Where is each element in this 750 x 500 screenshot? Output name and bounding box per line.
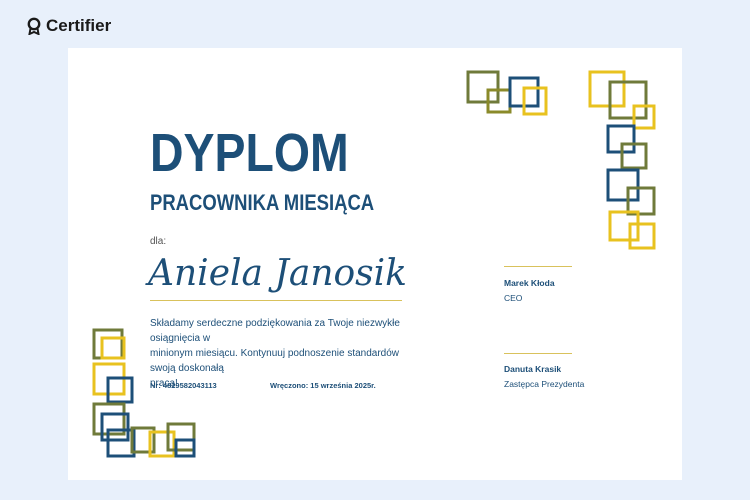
signatory-role: CEO — [504, 293, 523, 303]
certificate-card: DYPLOM PRACOWNIKA MIESIĄCA dla: Aniela J… — [68, 48, 682, 480]
recipient-name: Aniela Janosik — [148, 253, 407, 294]
certifier-logo: Certifier — [26, 16, 111, 36]
signatory-name: Marek Kłoda — [504, 278, 555, 288]
certificate-body: Składamy serdeczne podziękowania za Twoj… — [150, 316, 420, 391]
certificate-number: Nr: 4829582043113 — [150, 381, 217, 390]
signatory-name: Danuta Krasik — [504, 364, 562, 374]
body-line: minionym miesiącu. Kontynuuj podnoszenie… — [150, 348, 400, 374]
signatory-role: Zastępca Prezydenta — [504, 379, 585, 389]
brand-name: Certifier — [46, 16, 112, 35]
recipient-underline — [150, 300, 402, 301]
for-label: dla: — [150, 236, 167, 247]
certifier-logo-icon — [27, 17, 41, 35]
signature-line — [504, 353, 572, 354]
certificate-subtitle: PRACOWNIKA MIESIĄCA — [150, 190, 375, 215]
certificate-title: DYPLOM — [150, 123, 349, 183]
signature-line — [504, 266, 572, 267]
issue-date: Wręczono: 15 września 2025r. — [270, 381, 376, 390]
body-line: Składamy serdeczne podziękowania za Twoj… — [150, 318, 400, 344]
